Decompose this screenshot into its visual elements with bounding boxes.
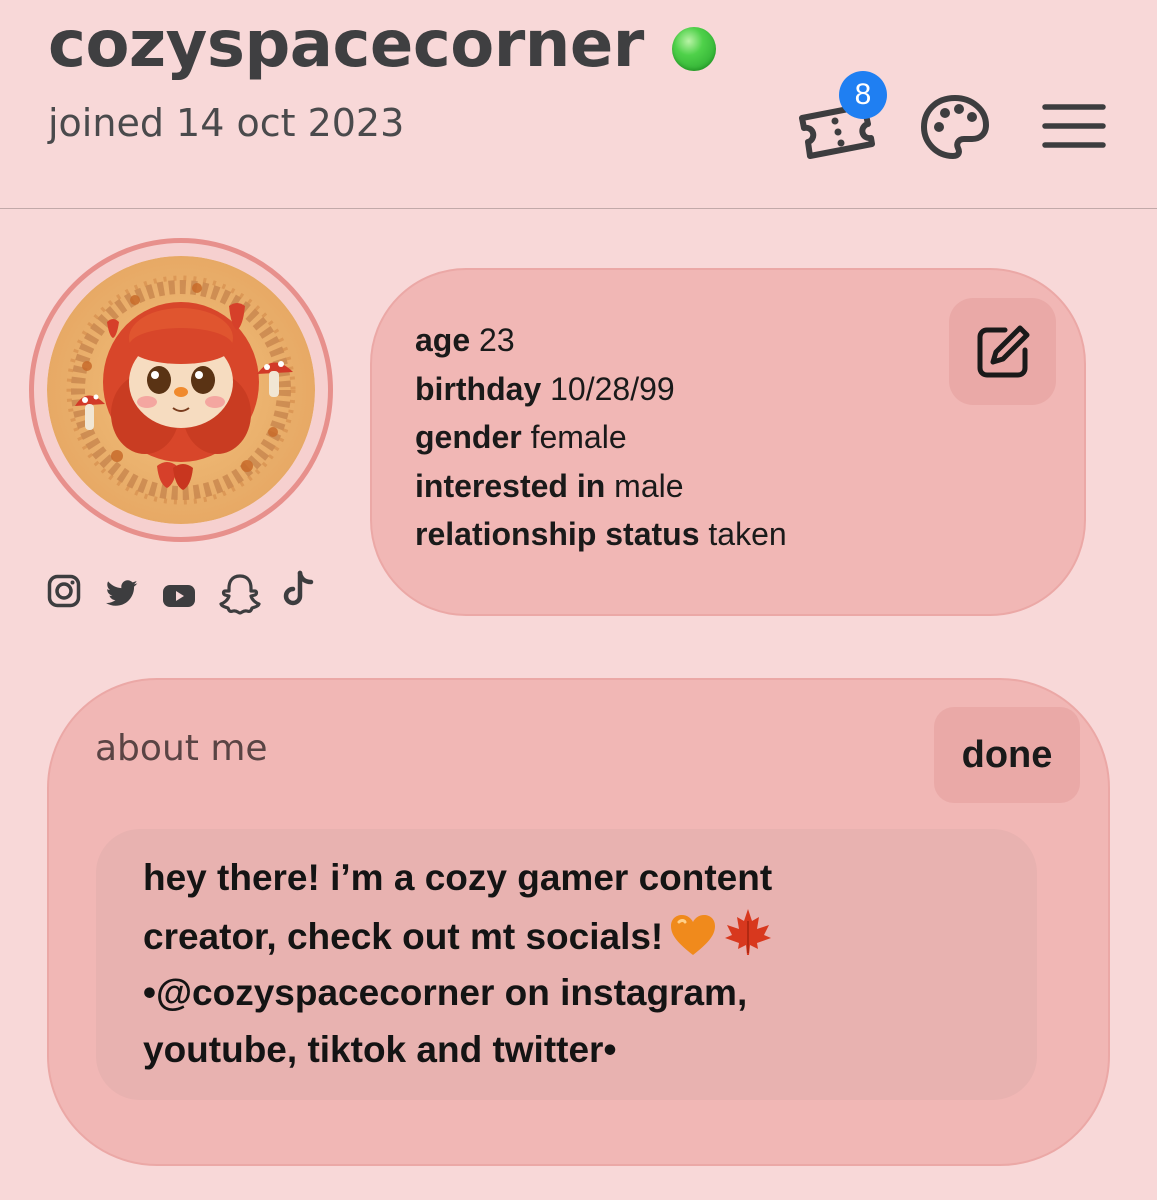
about-line-3: •@cozyspacecorner on instagram, xyxy=(143,972,748,1013)
maple-leaf-icon xyxy=(725,908,772,955)
instagram-icon[interactable] xyxy=(47,574,81,608)
palette-icon[interactable] xyxy=(920,94,990,160)
youtube-icon[interactable] xyxy=(162,584,196,608)
detail-age: age 23 xyxy=(415,322,515,358)
detail-birthday: birthday 10/28/99 xyxy=(415,370,675,407)
detail-relationship-status: relationship status taken xyxy=(415,516,787,552)
tiktok-icon[interactable] xyxy=(280,570,316,610)
about-text: hey there! i’m a cozy gamer content crea… xyxy=(143,850,1003,1078)
menu-icon[interactable] xyxy=(1042,101,1106,151)
orange-heart-icon xyxy=(671,914,716,955)
about-line-2: creator, check out mt socials! xyxy=(143,915,664,957)
social-links xyxy=(44,570,324,618)
about-line-2-wrap: creator, check out mt socials! xyxy=(143,907,1003,966)
about-title: about me xyxy=(95,728,268,769)
username: cozyspacecorner xyxy=(48,8,644,82)
avatar[interactable] xyxy=(47,256,315,524)
about-line-4: youtube, tiktok and twitter• xyxy=(143,1028,617,1070)
snapchat-icon[interactable] xyxy=(218,572,262,616)
edit-icon xyxy=(977,325,1030,378)
detail-interested-in: interested in male xyxy=(415,467,684,504)
detail-gender: gender female xyxy=(415,419,627,455)
online-status-icon xyxy=(672,27,716,71)
done-button[interactable]: done xyxy=(934,707,1080,803)
about-line-1: hey there! i’m a cozy gamer content xyxy=(143,857,773,898)
twitter-icon[interactable] xyxy=(105,580,139,608)
edit-button[interactable] xyxy=(949,298,1056,405)
joined-date: joined 14 oct 2023 xyxy=(48,101,405,145)
notification-badge: 8 xyxy=(839,71,887,119)
profile-header: cozyspacecorner joined 14 oct 2023 8 xyxy=(0,0,1157,209)
profile-details: age 23 birthday 10/28/99 gender female i… xyxy=(415,316,787,559)
